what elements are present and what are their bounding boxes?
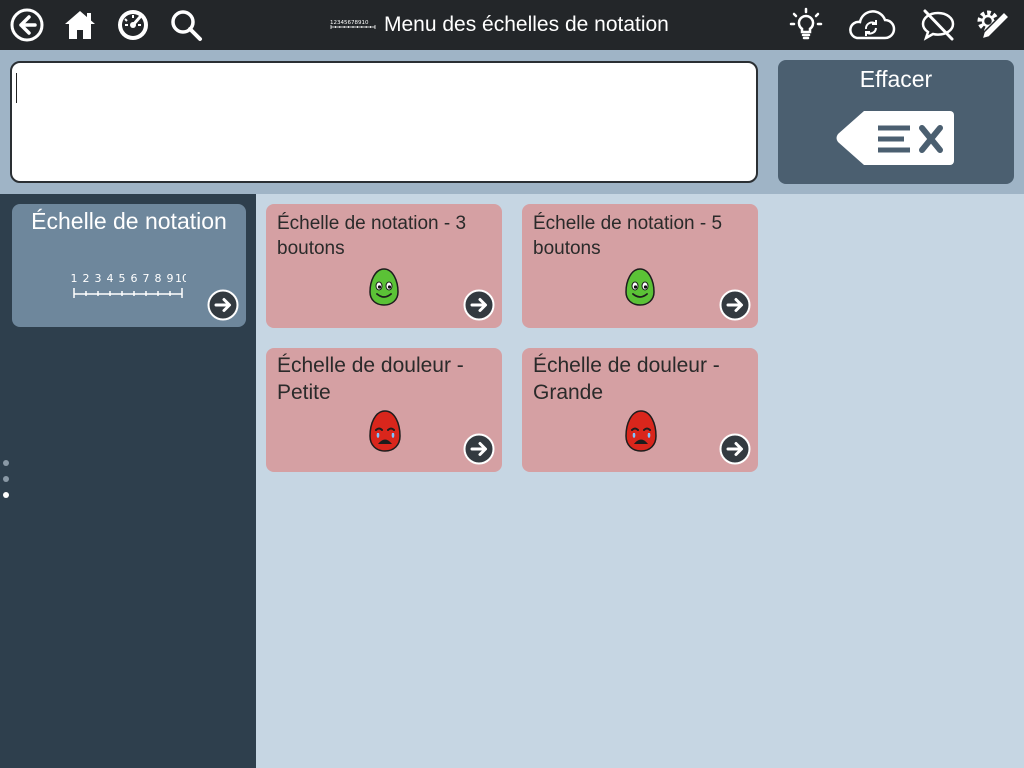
page-indicator (3, 460, 9, 508)
rating-scale-icon: 12345678910 (330, 13, 376, 37)
scale-number: 3 (95, 272, 102, 285)
happy-face-icon (368, 268, 400, 311)
top-toolbar: 12345678910 Menu des échelles de notatio… (0, 0, 1024, 50)
button-pain-scale-small[interactable]: Échelle de douleur - Petite (266, 348, 502, 472)
edit-settings-icon[interactable] (974, 5, 1014, 45)
open-arrow-icon[interactable] (207, 289, 239, 326)
cloud-sync-icon[interactable] (845, 5, 897, 45)
title-scale-digits: 12345678910 (330, 20, 369, 26)
button-pain-scale-large[interactable]: Échelle de douleur - Grande (522, 348, 758, 472)
scale-number: 1 (71, 272, 78, 285)
dashboard-gauge-icon[interactable] (113, 5, 153, 45)
button-rating-scale-3[interactable]: Échelle de notation - 3 boutons (266, 204, 502, 328)
folder-title: Échelle de notation (31, 208, 227, 234)
open-arrow-icon[interactable] (719, 433, 751, 470)
scale-number: 9 (167, 272, 174, 285)
scale-number: 4 (107, 272, 114, 285)
card-title: Échelle de douleur - Petite (277, 354, 464, 404)
scale-number: 5 (119, 272, 126, 285)
open-arrow-icon[interactable] (463, 433, 495, 470)
rating-scale-icon: 1 2 3 4 5 6 7 8 9 10 (70, 270, 189, 305)
page-dot[interactable] (3, 460, 9, 466)
message-window[interactable] (10, 61, 758, 183)
back-icon[interactable] (7, 5, 47, 45)
crying-face-icon (368, 410, 402, 457)
scale-number: 10 (175, 272, 186, 285)
message-bar: Effacer (0, 50, 1024, 194)
card-title: Échelle de notation - 5 boutons (533, 213, 723, 259)
open-arrow-icon[interactable] (719, 289, 751, 326)
clear-text-icon (836, 109, 956, 172)
folder-rating-scale[interactable]: Échelle de notation 1 2 3 4 5 6 7 8 9 10 (12, 204, 246, 327)
scale-number: 8 (155, 272, 162, 285)
page-dot[interactable] (3, 476, 9, 482)
speech-off-icon[interactable] (918, 5, 958, 45)
page-title-area: 12345678910 Menu des échelles de notatio… (330, 0, 669, 50)
happy-face-icon (624, 268, 656, 311)
button-rating-scale-5[interactable]: Échelle de notation - 5 boutons (522, 204, 758, 328)
search-icon[interactable] (166, 5, 206, 45)
open-arrow-icon[interactable] (463, 289, 495, 326)
text-caret (16, 73, 17, 103)
lightbulb-icon[interactable] (786, 5, 826, 45)
crying-face-icon (624, 410, 658, 457)
home-icon[interactable] (60, 5, 100, 45)
clear-button[interactable]: Effacer (778, 60, 1014, 184)
page-title: Menu des échelles de notation (384, 13, 669, 36)
page-dot-active[interactable] (3, 492, 9, 498)
clear-button-label: Effacer (859, 66, 933, 92)
scale-number: 2 (83, 272, 90, 285)
left-panel: Échelle de notation 1 2 3 4 5 6 7 8 9 10 (0, 194, 256, 768)
card-title: Échelle de douleur - Grande (533, 354, 720, 404)
card-title: Échelle de notation - 3 boutons (277, 213, 467, 259)
scale-number: 6 (131, 272, 138, 285)
scale-number: 7 (143, 272, 150, 285)
